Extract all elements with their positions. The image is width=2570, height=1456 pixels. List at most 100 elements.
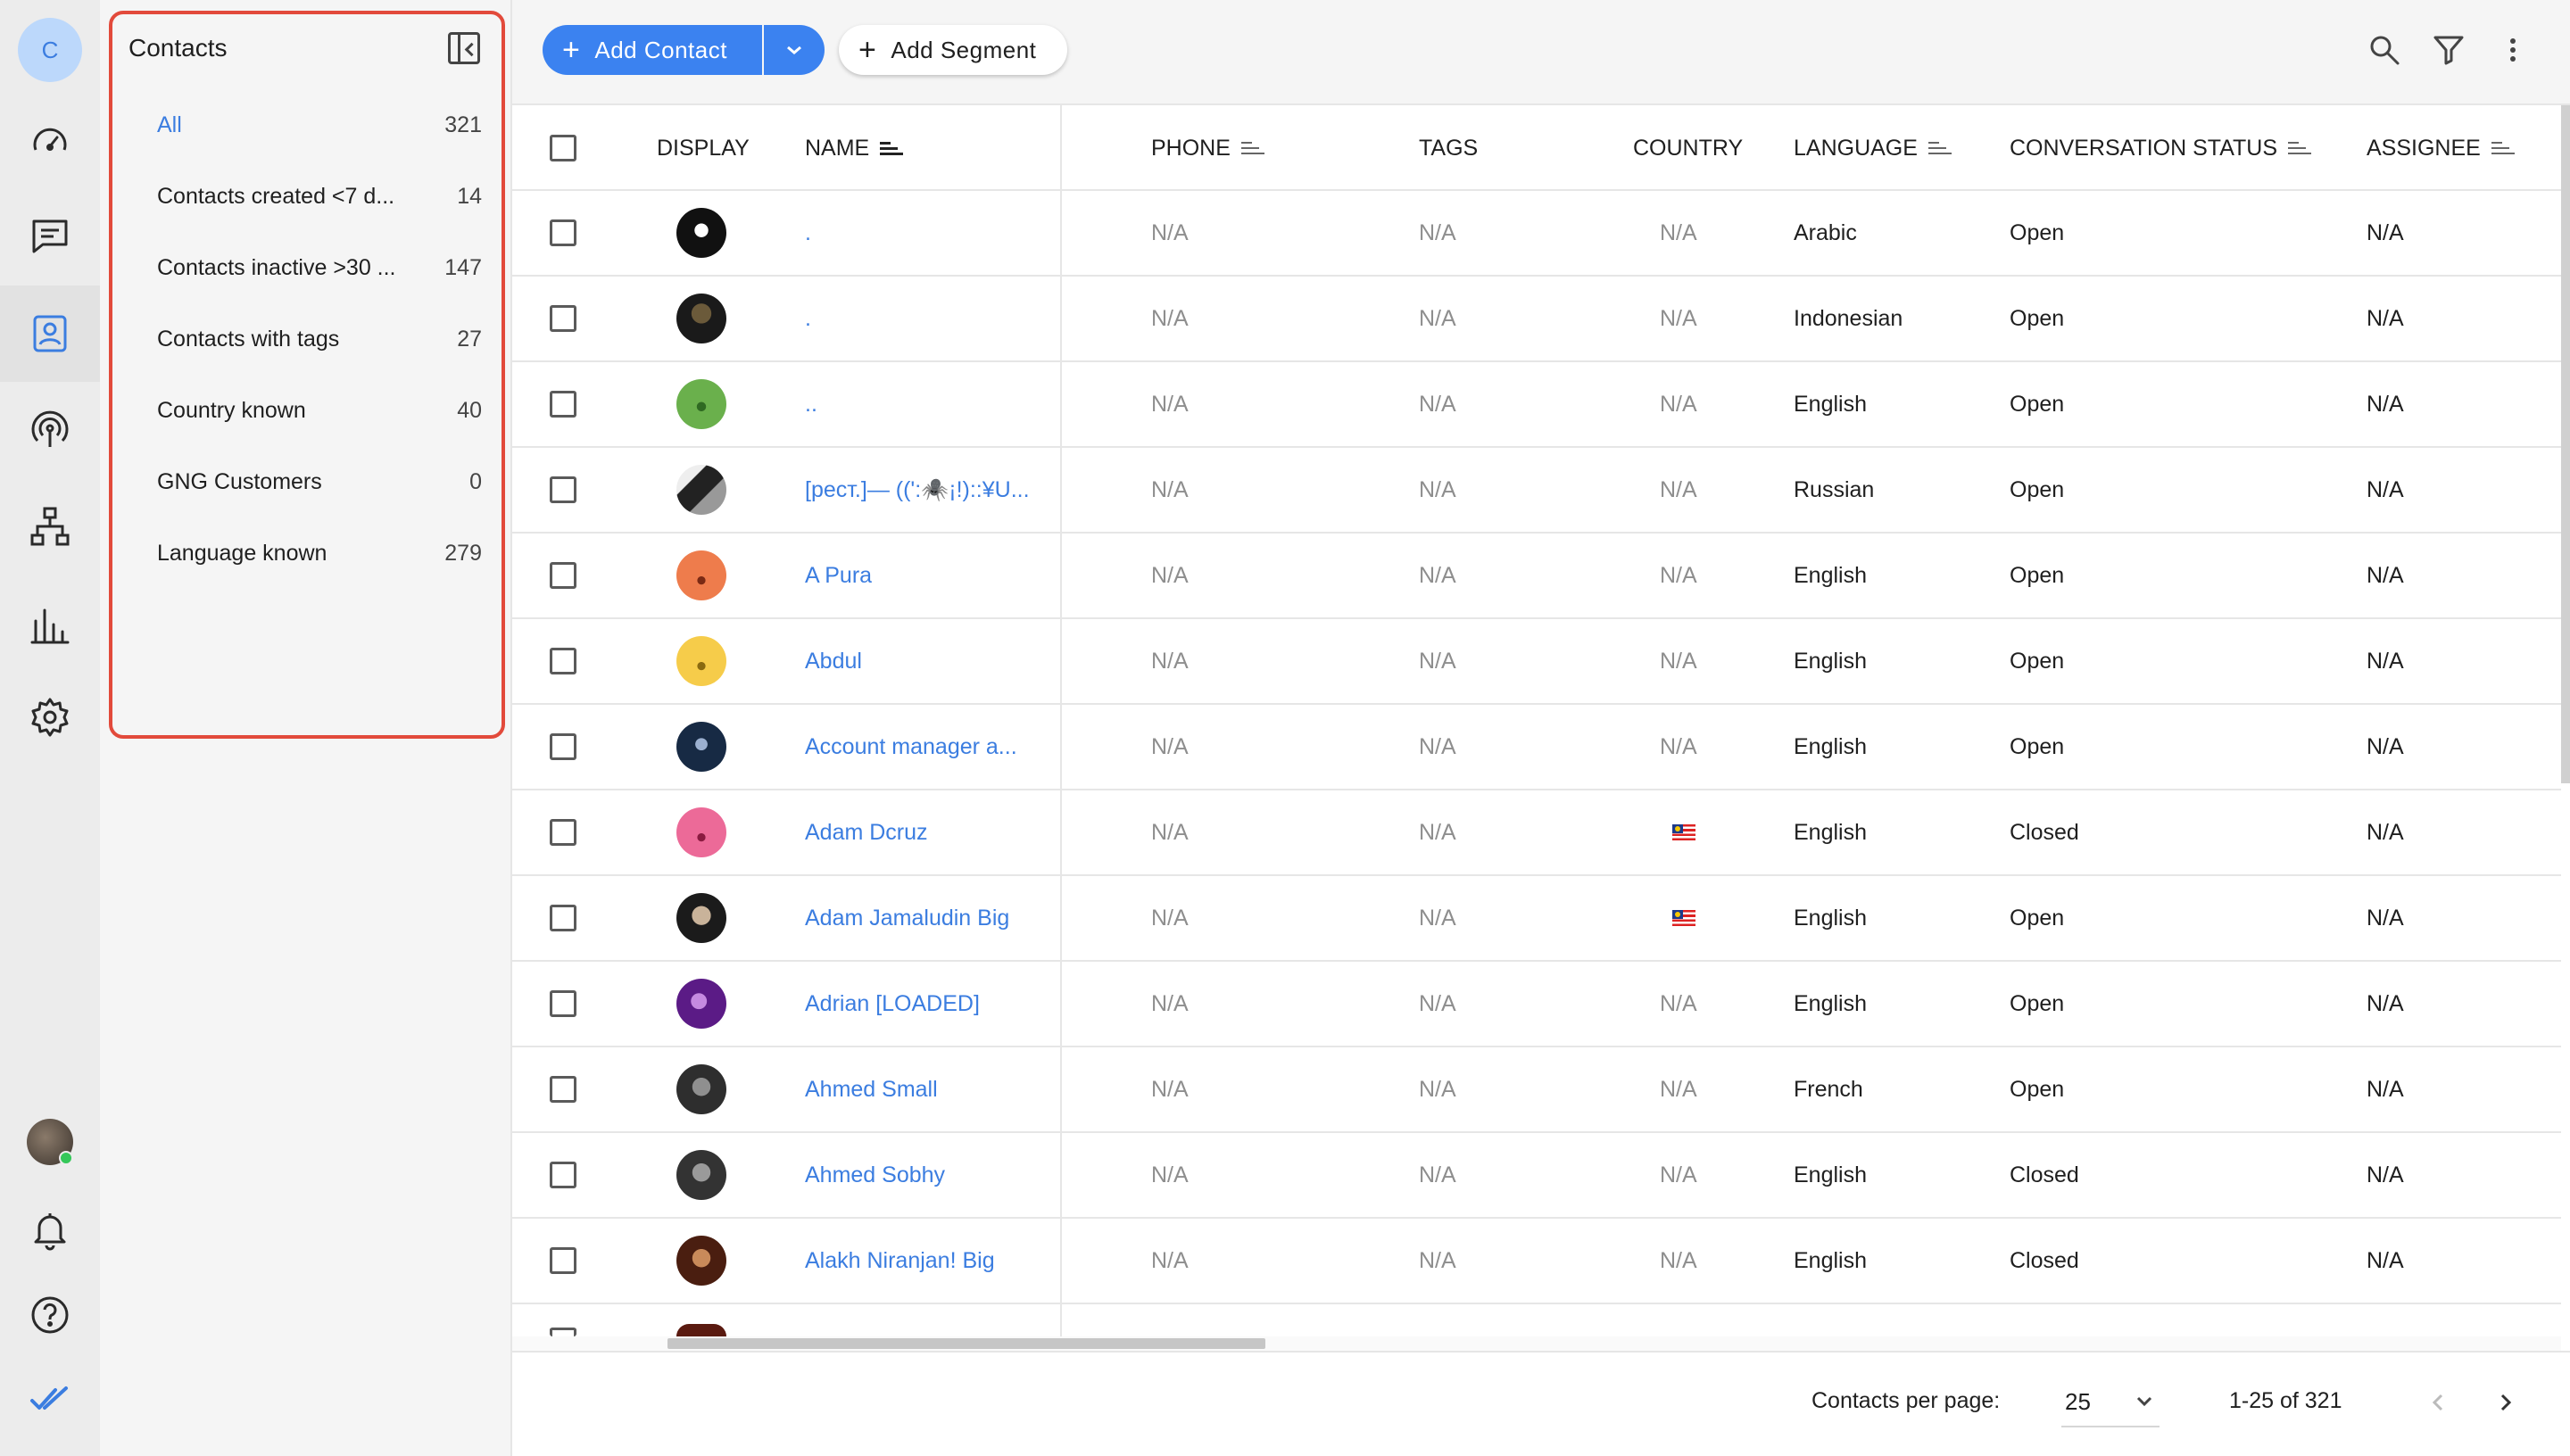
country-cell: N/A [1660,391,1697,417]
sort-icon[interactable] [2288,139,2312,157]
vertical-scrollbar-thumb[interactable] [2561,105,2570,783]
row-checkbox[interactable] [550,1076,576,1103]
conversation-status-cell: Open [2010,1076,2065,1102]
assignee-cell: N/A [2367,733,2404,759]
contact-name-link[interactable]: Abdul [805,619,862,703]
table-row[interactable]: A Pura N/A N/A N/A English Open N/A [512,534,2561,619]
help-icon[interactable] [25,1290,75,1340]
contact-name-link[interactable]: .. [805,362,817,446]
dashboard-gauge-icon[interactable] [25,116,75,166]
next-page-button[interactable] [2488,1385,2524,1420]
select-all-checkbox[interactable] [550,135,576,161]
language-cell: English [1794,905,1867,931]
workspace-avatar[interactable]: C [18,18,82,82]
segment-item-inactive-30[interactable]: Contacts inactive >30 ... 147 [157,232,482,303]
table-row[interactable]: .. N/A N/A N/A English Open N/A [512,362,2561,448]
add-segment-button[interactable]: + Add Segment [839,25,1067,75]
contacts-icon[interactable] [25,309,75,359]
row-checkbox[interactable] [550,305,576,332]
segment-item-language-known[interactable]: Language known 279 [157,517,482,589]
contact-name-link[interactable]: A Pura [805,534,872,617]
tags-cell: N/A [1419,990,1456,1016]
table-row[interactable]: . N/A N/A N/A Indonesian Open N/A [512,277,2561,362]
row-checkbox[interactable] [550,990,576,1017]
column-label: LANGUAGE [1794,135,1918,161]
conversations-icon[interactable] [25,211,75,261]
contact-name-link[interactable]: [рест.]— ((':🕷️¡!)::¥U... [805,448,1030,532]
table-row[interactable]: [рест.]— ((':🕷️¡!)::¥U... N/A N/A N/A Russia… [512,448,2561,534]
table-row[interactable]: Ahmed Small N/A N/A N/A French Open N/A [512,1047,2561,1133]
workflows-icon[interactable] [25,501,75,551]
row-checkbox[interactable] [550,905,576,931]
segments-sidebar: Contacts All 321 Contacts created <7 d..… [100,0,510,1456]
row-checkbox[interactable] [550,733,576,760]
sort-icon[interactable] [1928,139,1952,157]
conversation-status-cell: Open [2010,305,2065,331]
reports-icon[interactable] [25,600,75,649]
contact-name-link[interactable]: Account manager a... [805,705,1017,789]
horizontal-scrollbar-thumb[interactable] [667,1338,1265,1349]
add-contact-label: Add Contact [594,36,727,63]
row-checkbox[interactable] [550,562,576,589]
column-label: TAGS [1419,135,1479,161]
contact-name-link[interactable]: Ahmed Small [805,1047,938,1131]
notifications-bell-icon[interactable] [25,1204,75,1254]
column-language[interactable]: LANGUAGE [1794,105,1952,191]
column-phone[interactable]: PHONE [1151,105,1264,191]
segment-item-with-tags[interactable]: Contacts with tags 27 [157,303,482,375]
search-icon[interactable] [2365,30,2404,70]
row-checkbox[interactable] [550,219,576,246]
table-row[interactable]: Adrian [LOADED] N/A N/A N/A English Open N/A [512,962,2561,1047]
add-contact-button[interactable]: + Add Contact [543,25,762,75]
table-row[interactable]: . N/A N/A N/A Arabic Open N/A [512,191,2561,277]
contact-name-link[interactable]: Alakh Niranjan! Big [805,1219,995,1303]
add-contact-dropdown-button[interactable] [764,25,825,75]
contact-avatar [676,636,726,686]
segment-item-gng-customers[interactable]: GNG Customers 0 [157,446,482,517]
collapse-sidebar-icon[interactable] [448,32,480,64]
sort-icon[interactable] [2491,139,2515,157]
contact-name-link[interactable]: Adam Jamaludin Big [805,876,1009,960]
contact-name-link[interactable]: Adrian [LOADED] [805,962,980,1046]
table-row[interactable]: Account manager a... N/A N/A N/A English Open… [512,705,2561,790]
contact-name-link[interactable]: . [805,191,811,275]
row-checkbox[interactable] [550,1162,576,1188]
per-page-label: Contacts per page: [1811,1388,2001,1413]
contact-name-link[interactable]: Adam Dcruz [805,790,928,874]
assignee-cell: N/A [2367,219,2404,245]
previous-page-button[interactable] [2420,1385,2456,1420]
filter-icon[interactable] [2429,30,2468,70]
table-row[interactable]: Ahmed Sobhy N/A N/A N/A English Closed N/A [512,1133,2561,1219]
language-cell: English [1794,391,1867,417]
settings-icon[interactable] [25,692,75,742]
row-checkbox[interactable] [550,1328,576,1336]
row-checkbox[interactable] [550,476,576,503]
column-label: ASSIGNEE [2367,135,2481,161]
segment-label: Contacts created <7 d... [157,183,395,209]
segment-item-created-7d[interactable]: Contacts created <7 d... 14 [157,161,482,232]
more-options-icon[interactable] [2493,30,2533,70]
per-page-select[interactable]: 25 [2061,1377,2160,1427]
table-row[interactable]: Alakh Niranjan! Big N/A N/A N/A English Close… [512,1219,2561,1304]
column-name[interactable]: NAME [805,105,904,191]
table-row[interactable]: Adam Dcruz N/A N/A English Closed N/A [512,790,2561,876]
broadcast-icon[interactable] [25,405,75,455]
sort-icon[interactable] [880,139,904,157]
segment-label: Country known [157,397,306,423]
contact-name-link[interactable]: . [805,277,811,360]
language-cell: English [1794,990,1867,1016]
assignee-cell: N/A [2367,476,2404,502]
contact-name-link[interactable]: Ahmed Sobhy [805,1133,945,1217]
row-checkbox[interactable] [550,1247,576,1274]
row-checkbox[interactable] [550,819,576,846]
row-checkbox[interactable] [550,648,576,674]
segment-item-country-known[interactable]: Country known 40 [157,375,482,446]
row-checkbox[interactable] [550,391,576,418]
table-row[interactable]: Adam Jamaludin Big N/A N/A English Open N/A [512,876,2561,962]
column-conversation-status[interactable]: CONVERSATION STATUS [2010,105,2312,191]
segment-item-all[interactable]: All 321 [157,89,482,161]
conversation-status-cell: Open [2010,905,2065,931]
sort-icon[interactable] [1240,139,1264,157]
table-row[interactable]: Abdul N/A N/A N/A English Open N/A [512,619,2561,705]
column-assignee[interactable]: ASSIGNEE [2367,105,2515,191]
